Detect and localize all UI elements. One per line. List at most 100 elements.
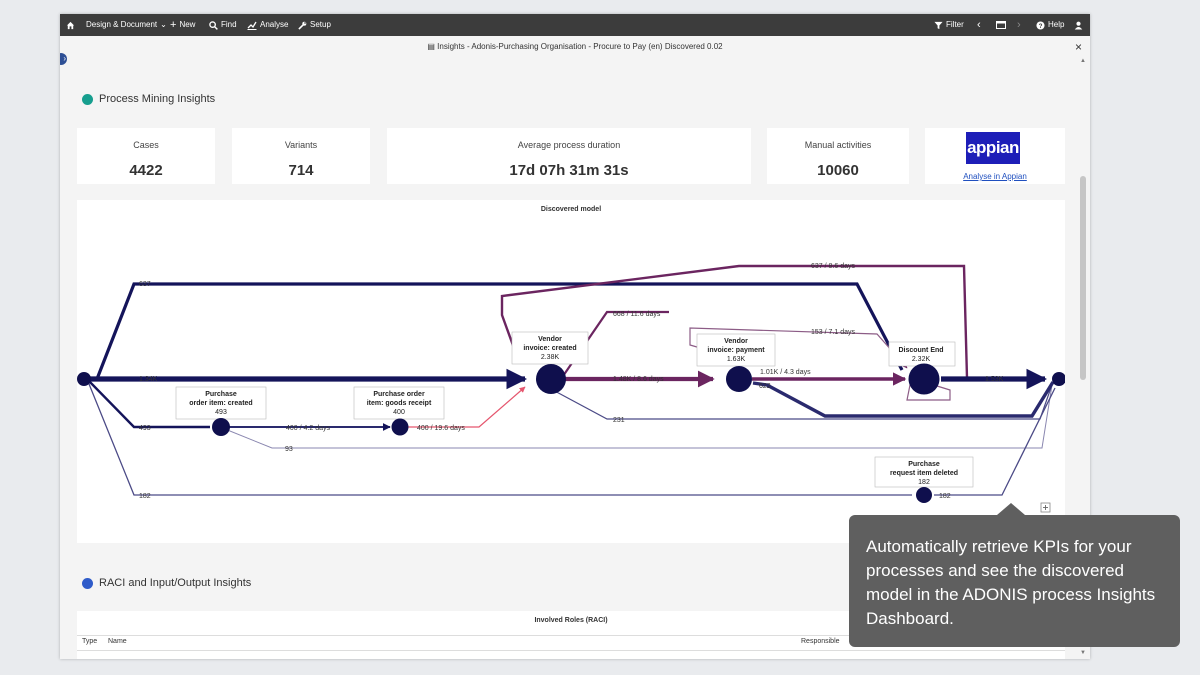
edge-label-493: 493 (139, 425, 151, 432)
kpi-duration-label: Average process duration (517, 140, 621, 150)
process-map: 637 1.34K 493 182 400 / 4.2 days 93 400 … (77, 263, 1065, 513)
kpi-cases-label: Cases (133, 140, 159, 150)
edge-label-153: 153 / 7.1 days (811, 329, 855, 336)
start-node[interactable] (77, 372, 91, 386)
window-button[interactable] (996, 14, 1006, 36)
node-goods-receipt-count: 400 (393, 409, 405, 416)
node-pr-deleted-line2: request item deleted (890, 470, 958, 477)
setup-label: Setup (310, 20, 331, 29)
top-toolbar: Design & Document ⌄ + New Find Analyse S… (60, 14, 1090, 36)
chevron-right-icon: › (1017, 19, 1021, 31)
kpi-cases: Cases 4422 (77, 128, 215, 184)
node-po-created[interactable] (212, 418, 230, 436)
analyse-button[interactable]: Analyse (247, 14, 288, 36)
expand-icon[interactable] (1040, 502, 1051, 513)
tooltip-arrow (997, 503, 1025, 515)
tooltip-text: Automatically retrieve KPIs for your pro… (866, 537, 1156, 628)
user-icon (1074, 21, 1083, 30)
forward-button[interactable]: › (1017, 14, 1021, 36)
chevron-left-icon: ‹ (977, 19, 981, 31)
scroll-up-icon[interactable]: ▲ (1080, 58, 1086, 64)
kpi-variants: Variants 714 (232, 128, 370, 184)
edge-label-93: 93 (285, 446, 293, 453)
node-invoice-payment-count: 1.63K (727, 356, 746, 363)
help-button[interactable]: ? Help (1036, 14, 1064, 36)
node-invoice-payment[interactable] (726, 366, 752, 392)
edge-label-182-deleted: 182 (939, 493, 951, 500)
find-button[interactable]: Find (209, 14, 237, 36)
node-pr-deleted[interactable] (916, 487, 932, 503)
node-invoice-created-line1: Vendor (538, 336, 562, 343)
kpi-duration: Average process duration 17d 07h 31m 31s (387, 128, 751, 184)
edge-label-400-4-2: 400 / 4.2 days (286, 425, 330, 432)
node-po-created-line2: order item: created (189, 400, 252, 407)
edge-label-400-19-6: 400 / 19.6 days (417, 425, 465, 432)
node-invoice-created-count: 2.38K (541, 354, 560, 361)
help-icon: ? (1036, 20, 1045, 30)
node-goods-receipt-line1: Purchase order (373, 391, 425, 398)
raci-dot (82, 577, 93, 589)
design-document-menu[interactable]: Design & Document ⌄ (86, 14, 167, 36)
scrollbar-thumb[interactable] (1080, 176, 1086, 380)
kpi-manual-activities: Manual activities 10060 (767, 128, 909, 184)
analyse-in-appian-link[interactable]: Analyse in Appian (925, 172, 1065, 181)
process-mining-dot (82, 93, 93, 105)
node-po-created-line1: Purchase (205, 391, 237, 398)
window-icon (996, 21, 1006, 29)
process-mining-heading: Process Mining Insights (82, 93, 215, 105)
new-button[interactable]: + New (170, 14, 195, 36)
window-title: ▤ Insights - Adonis-Purchasing Organisat… (60, 42, 1090, 51)
home-icon (66, 21, 75, 29)
chart-icon (247, 21, 257, 30)
help-label: Help (1048, 20, 1065, 29)
end-node[interactable] (1052, 372, 1065, 386)
node-invoice-payment-line2: invoice: payment (707, 347, 765, 354)
chevron-down-icon: ⌄ (160, 20, 167, 29)
search-icon (209, 20, 218, 30)
kpi-variants-value: 714 (288, 162, 314, 179)
edge-label-1-53k: 1.53K (985, 376, 1004, 383)
wrench-icon (298, 21, 307, 30)
kpi-variants-label: Variants (284, 140, 318, 150)
find-label: Find (221, 20, 237, 29)
home-button[interactable] (66, 14, 75, 36)
callout-tooltip: Automatically retrieve KPIs for your pro… (849, 503, 1180, 647)
edge-label-637-8-6: 637 / 8.6 days (811, 263, 855, 270)
appian-logo: appian (966, 132, 1020, 164)
edge-label-1-48k: 1.48K / 8.6 days (613, 376, 664, 383)
raci-col-type[interactable]: Type (82, 638, 97, 645)
filter-button[interactable]: Filter (934, 14, 964, 36)
back-button[interactable]: ‹ (977, 14, 981, 36)
filter-icon (934, 21, 943, 29)
sidebar-toggle-icon[interactable]: › (60, 53, 67, 65)
node-discount-end-count: 2.32K (912, 356, 931, 363)
setup-button[interactable]: Setup (298, 14, 331, 36)
appian-card: appian Analyse in Appian (925, 128, 1065, 184)
node-invoice-created[interactable] (536, 364, 566, 394)
edge-label-231: 231 (613, 417, 625, 424)
node-invoice-created-line2: invoice: created (523, 345, 576, 352)
node-goods-receipt[interactable] (391, 418, 409, 436)
kpi-cases-value: 4422 (129, 162, 163, 179)
user-button[interactable] (1074, 14, 1083, 36)
node-pr-deleted-line1: Purchase (908, 461, 940, 468)
kpi-manual-value: 10060 (817, 162, 859, 179)
process-mining-title: Process Mining Insights (99, 93, 216, 105)
raci-col-responsible[interactable]: Responsible (801, 638, 840, 645)
edge-label-1-34k: 1.34K (139, 376, 158, 383)
edge-label-637: 637 (139, 281, 151, 288)
plus-icon: + (170, 19, 177, 31)
edge-label-622: 622 (759, 383, 771, 390)
new-label: New (179, 20, 196, 29)
node-discount-end-line1: Discount End (898, 347, 943, 354)
edge-label-1-01k: 1.01K / 4.3 days (760, 369, 811, 376)
design-document-label: Design & Document (86, 20, 158, 29)
edge-label-668: 668 / 11.6 days (613, 311, 661, 318)
close-icon[interactable]: × (1075, 40, 1082, 54)
filter-label: Filter (946, 20, 964, 29)
analyse-label: Analyse (260, 20, 289, 29)
node-goods-receipt-line2: item: goods receipt (367, 400, 432, 407)
scroll-down-icon[interactable]: ▼ (1080, 650, 1086, 656)
node-discount-end[interactable] (908, 363, 940, 395)
raci-col-name[interactable]: Name (108, 638, 127, 645)
